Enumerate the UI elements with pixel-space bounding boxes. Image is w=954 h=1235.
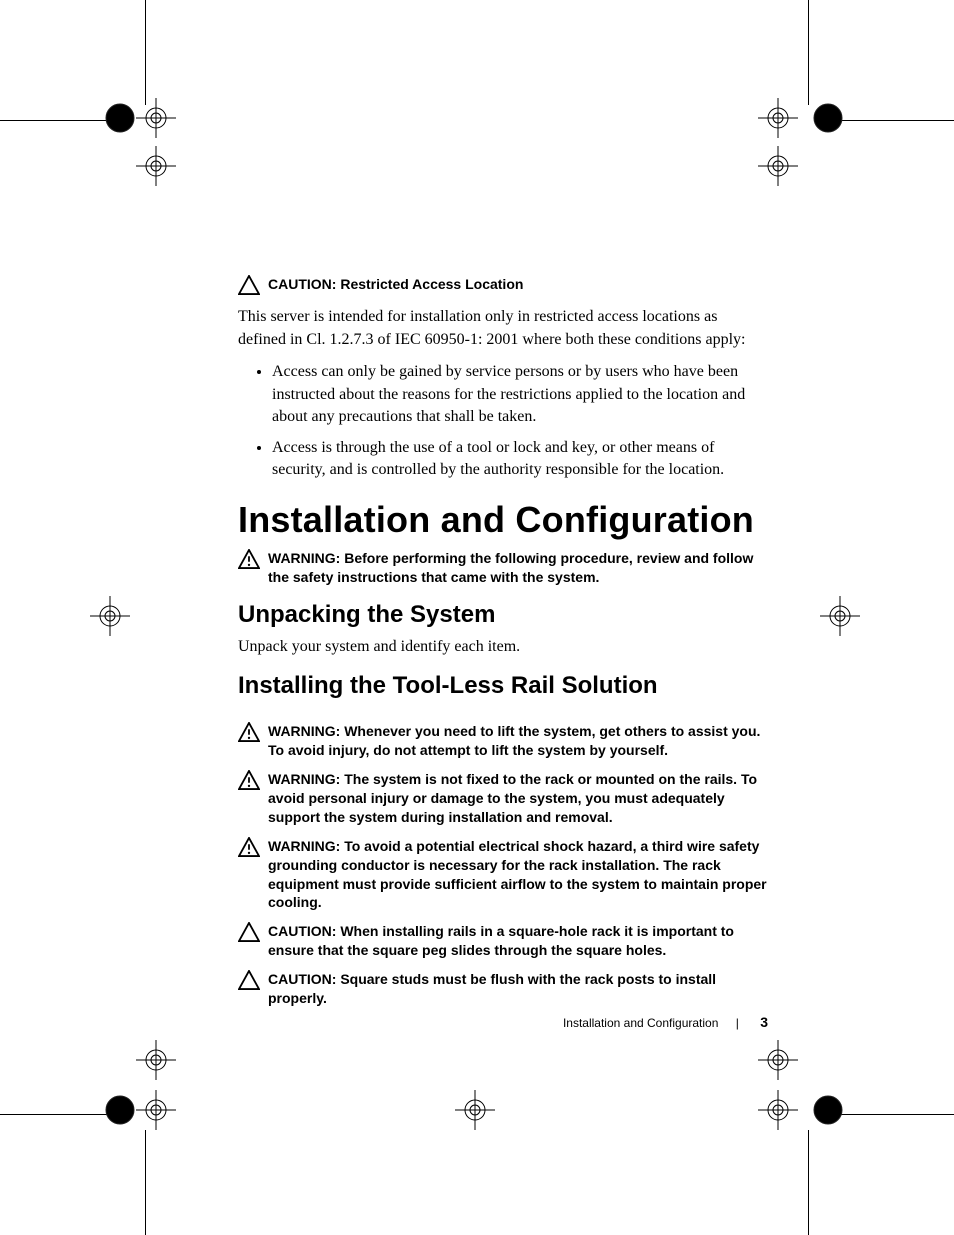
caution-label: CAUTION: (268, 971, 336, 987)
unpack-text: Unpack your system and identify each ite… (238, 635, 768, 658)
warning-icon (238, 549, 260, 569)
caution-label: CAUTION: (268, 276, 336, 292)
caution-text: When installing rails in a square-hole r… (268, 923, 734, 958)
warning-label: WARNING: (268, 771, 344, 787)
footer-separator: | (736, 1016, 739, 1030)
crop-mark-icon (758, 1040, 818, 1100)
caution-square-studs: CAUTION: Square studs must be flush with… (238, 970, 768, 1008)
caution-text: Restricted Access Location (340, 276, 523, 292)
caution-icon (238, 275, 260, 295)
crop-mark-icon (136, 1040, 196, 1100)
crop-mark-icon (455, 1090, 515, 1150)
page-footer: Installation and Configuration | 3 (238, 1014, 768, 1030)
warning-icon (238, 722, 260, 742)
crop-mark-icon (820, 596, 880, 656)
caution-icon (238, 970, 260, 990)
caution-icon (238, 922, 260, 942)
warning-label: WARNING: (268, 838, 344, 854)
conditions-list: Access can only be gained by service per… (238, 361, 768, 481)
warning-icon (238, 770, 260, 790)
warning-label: WARNING: (268, 550, 344, 566)
warning-icon (238, 837, 260, 857)
page-number: 3 (760, 1014, 768, 1030)
caution-square-hole: CAUTION: When installing rails in a squa… (238, 922, 768, 960)
crop-mark-icon (758, 146, 818, 206)
section-heading: Installation and Configuration (238, 499, 768, 541)
caution-label: CAUTION: (268, 923, 336, 939)
page-content: CAUTION: Restricted Access Location This… (238, 275, 768, 1018)
list-item: Access can only be gained by service per… (272, 361, 768, 428)
intro-paragraph: This server is intended for installation… (238, 305, 768, 351)
crop-mark-icon (136, 146, 196, 206)
subsection-heading: Unpacking the System (238, 601, 768, 629)
warning-lift-assist: WARNING: Whenever you need to lift the s… (238, 722, 768, 760)
caution-restricted-access: CAUTION: Restricted Access Location (238, 275, 768, 295)
warning-shock-hazard: WARNING: To avoid a potential electrical… (238, 837, 768, 913)
crop-mark-icon (90, 596, 150, 656)
warning-label: WARNING: (268, 723, 344, 739)
warning-safety-instructions: WARNING: Before performing the following… (238, 549, 768, 587)
list-item: Access is through the use of a tool or l… (272, 437, 768, 482)
caution-text: Square studs must be flush with the rack… (268, 971, 716, 1006)
subsection-heading: Installing the Tool-Less Rail Solution (238, 672, 768, 700)
warning-support-system: WARNING: The system is not fixed to the … (238, 770, 768, 827)
footer-title: Installation and Configuration (563, 1016, 718, 1030)
